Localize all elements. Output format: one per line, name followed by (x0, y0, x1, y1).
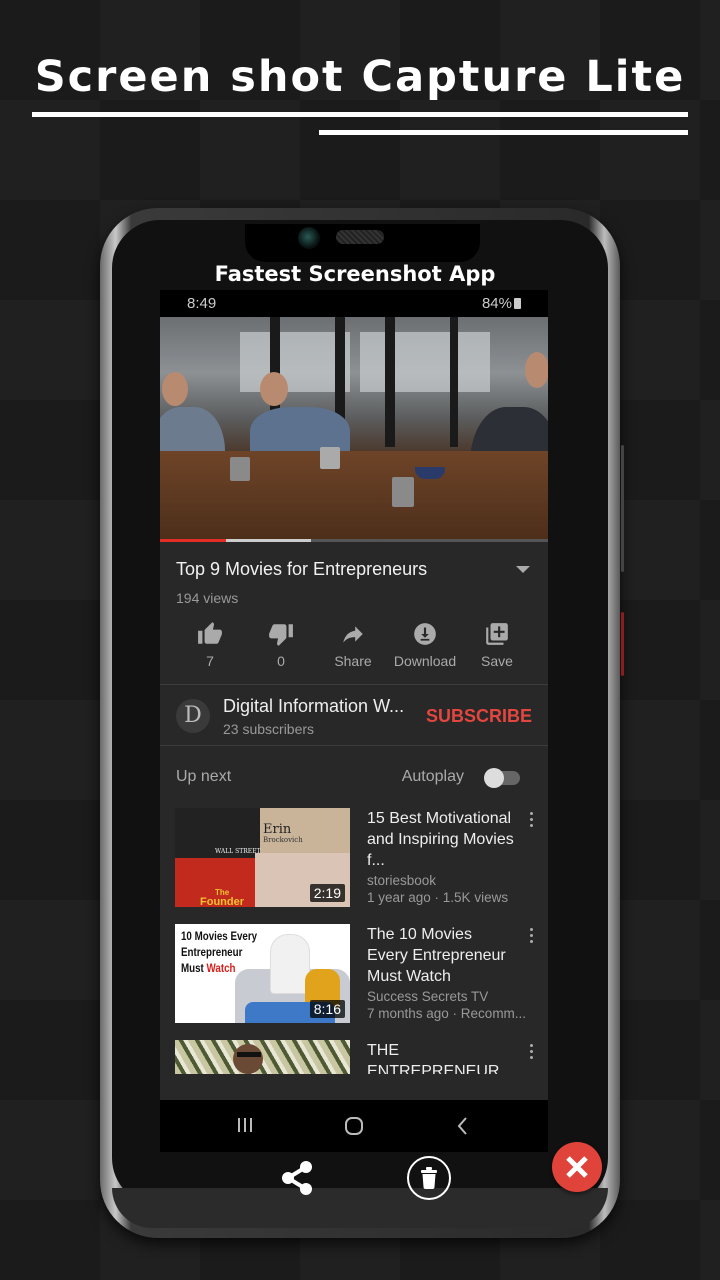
channel-name[interactable]: Digital Information W... (223, 696, 404, 717)
divider (160, 684, 548, 685)
subscriber-count: 23 subscribers (223, 721, 315, 737)
battery-icon (514, 298, 521, 309)
autoplay-label: Autoplay (401, 768, 464, 785)
earpiece-speaker (336, 230, 384, 244)
up-next-item[interactable]: THE ENTREPRENEUR (160, 1040, 548, 1074)
video-player[interactable] (160, 317, 548, 541)
more-options-icon[interactable] (528, 928, 534, 943)
volume-button (621, 445, 624, 572)
divider (160, 745, 548, 746)
thumbs-down-icon (269, 624, 293, 646)
promo-headline: Screen shot Capture Lite (34, 52, 686, 102)
close-icon (566, 1156, 588, 1178)
android-navigation-bar (160, 1100, 548, 1152)
like-button[interactable]: 7 (174, 620, 246, 669)
video-duration: 2:19 (309, 884, 345, 902)
video-channel: storiesbook (367, 873, 437, 888)
progress-played (160, 539, 226, 542)
video-thumbnail[interactable]: Erin Brockovich WALL STREET The Founder … (175, 808, 350, 907)
video-title: Top 9 Movies for Entrepreneurs (176, 559, 428, 579)
home-icon[interactable] (344, 1116, 364, 1136)
video-thumbnail[interactable] (175, 1040, 350, 1074)
video-meta: 1 year ago · 1.5K views (367, 890, 509, 905)
up-next-label: Up next (176, 768, 232, 785)
video-channel: Success Secrets TV (367, 989, 489, 1004)
share-icon (282, 1161, 312, 1195)
toggle-knob (484, 768, 504, 788)
status-bar: 8:49 84% (160, 290, 548, 317)
video-progress-bar[interactable] (160, 539, 548, 542)
status-time: 8:49 (187, 295, 217, 312)
close-button[interactable] (552, 1142, 602, 1192)
view-count: 194 views (176, 590, 239, 606)
video-title: 15 Best Motivational and Inspiring Movie… (367, 810, 514, 869)
channel-avatar[interactable]: D (176, 699, 210, 733)
video-duration: 8:16 (309, 1000, 345, 1018)
autoplay-toggle[interactable] (484, 768, 520, 788)
status-battery: 84% (482, 295, 521, 312)
save-button[interactable]: Save (461, 620, 533, 669)
thumbs-up-icon (198, 622, 222, 644)
up-next-item[interactable]: Erin Brockovich WALL STREET The Founder … (160, 808, 548, 916)
share-screenshot-button[interactable] (280, 1160, 314, 1196)
more-options-icon[interactable] (528, 1044, 534, 1059)
expand-description-icon[interactable] (516, 566, 530, 573)
headline-underline-short (319, 130, 688, 135)
up-next-item[interactable]: 10 Movies Every Entrepreneur Must Watch … (160, 924, 548, 1032)
front-camera-icon (298, 227, 320, 249)
app-tagline: Fastest Screenshot App (214, 262, 496, 286)
more-options-icon[interactable] (528, 812, 534, 827)
power-button (621, 612, 624, 676)
dislike-button[interactable]: 0 (245, 620, 317, 669)
video-meta: 7 months ago · Recomm... (367, 1006, 527, 1021)
share-button[interactable]: Share (317, 620, 389, 669)
download-icon (414, 623, 436, 645)
recent-apps-icon[interactable] (236, 1116, 254, 1134)
download-button[interactable]: Download (389, 620, 461, 669)
save-playlist-icon (486, 623, 508, 645)
video-title: THE ENTREPRENEUR (367, 1042, 500, 1074)
subscribe-button[interactable]: SUBSCRIBE (426, 706, 532, 727)
back-icon[interactable] (456, 1116, 470, 1136)
video-actions: 7 0 Share Download Save (160, 620, 548, 670)
share-icon (343, 626, 363, 643)
delete-screenshot-button[interactable] (407, 1156, 451, 1200)
video-title: The 10 Movies Every Entrepreneur Must Wa… (367, 926, 506, 985)
video-thumbnail[interactable]: 10 Movies Every Entrepreneur Must Watch … (175, 924, 350, 1023)
phone-chin (112, 1188, 608, 1228)
captured-screenshot: 8:49 84% Top 9 Movies for Entrepreneurs … (160, 290, 548, 1152)
battery-percent: 84% (481, 295, 512, 312)
trash-icon (421, 1167, 437, 1189)
headline-underline (32, 112, 688, 117)
